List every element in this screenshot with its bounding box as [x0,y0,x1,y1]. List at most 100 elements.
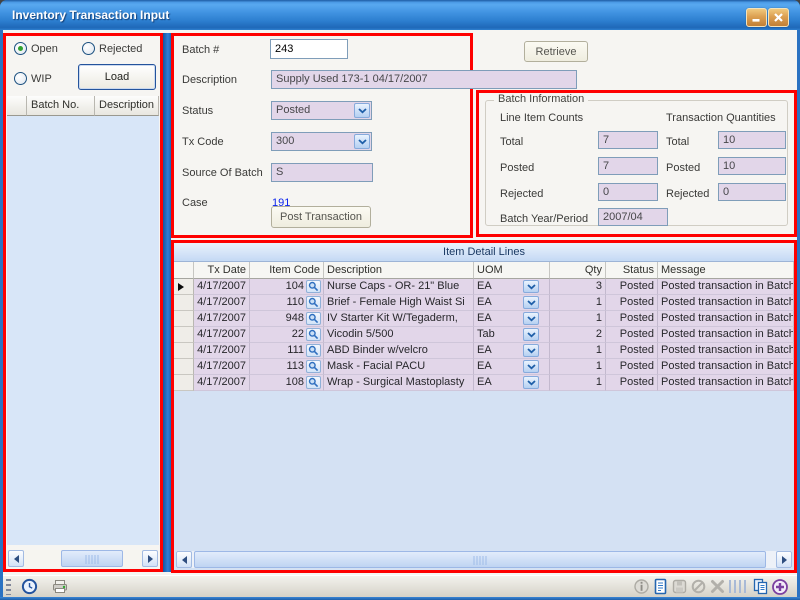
cell-qty[interactable]: 1 [550,359,606,375]
batch-number-input[interactable] [270,39,348,59]
batch-list-body[interactable] [7,116,159,545]
cell-uom[interactable]: EA [474,311,550,327]
row-selector[interactable] [174,359,194,375]
radio-wip[interactable]: WIP [14,72,52,85]
status-dropdown-button[interactable] [354,103,370,118]
cell-uom[interactable]: EA [474,359,550,375]
item-lookup-button[interactable] [306,280,321,293]
qty-column-header[interactable]: Qty [550,262,606,279]
cell-uom[interactable]: Tab [474,327,550,343]
table-row[interactable]: 4/17/2007110Brief - Female High Waist Si… [174,295,794,311]
cell-status[interactable]: Posted [606,359,658,375]
cell-item-code[interactable]: 22 [250,327,324,343]
scroll-left-button[interactable] [8,550,24,567]
radio-rejected[interactable]: Rejected [82,42,142,55]
table-row[interactable]: 4/17/2007113Mask - Facial PACUEA1PostedP… [174,359,794,375]
cell-description[interactable]: Brief - Female High Waist Si [324,295,474,311]
cell-uom[interactable]: EA [474,375,550,391]
cell-tx-date[interactable]: 4/17/2007 [194,279,250,295]
cell-tx-date[interactable]: 4/17/2007 [194,311,250,327]
batch-description-column-header[interactable]: Description [95,96,159,116]
cell-item-code[interactable]: 110 [250,295,324,311]
cell-status[interactable]: Posted [606,295,658,311]
cell-uom[interactable]: EA [474,343,550,359]
cell-description[interactable]: Wrap - Surgical Mastoplasty [324,375,474,391]
retrieve-button[interactable]: Retrieve [524,41,588,62]
item-lookup-button[interactable] [306,328,321,341]
cell-description[interactable]: Vicodin 5/500 [324,327,474,343]
minimize-button[interactable] [746,8,767,27]
save-button[interactable] [670,577,689,596]
item-lookup-button[interactable] [306,344,321,357]
toolbar-grip[interactable] [6,579,11,595]
cell-item-code[interactable]: 108 [250,375,324,391]
block-button[interactable] [689,577,708,596]
row-selector[interactable] [174,375,194,391]
cell-message[interactable]: Posted transaction in Batch [658,311,794,327]
scrollbar-thumb[interactable] [194,551,766,568]
table-row[interactable]: 4/17/2007108Wrap - Surgical MastoplastyE… [174,375,794,391]
panel-splitter[interactable] [163,33,171,572]
source-of-batch-field[interactable]: S [271,163,373,182]
detail-hscrollbar[interactable] [176,551,792,568]
cell-qty[interactable]: 2 [550,327,606,343]
message-column-header[interactable]: Message [658,262,794,279]
scrollbar-thumb[interactable] [61,550,123,567]
cell-message[interactable]: Posted transaction in Batch [658,359,794,375]
clock-button[interactable] [20,577,39,596]
cell-item-code[interactable]: 948 [250,311,324,327]
status-column-header[interactable]: Status [606,262,658,279]
tx-code-dropdown[interactable]: 300 [271,132,372,151]
cell-status[interactable]: Posted [606,375,658,391]
tx-code-dropdown-button[interactable] [354,134,370,149]
cell-description[interactable]: Nurse Caps - OR- 21" Blue [324,279,474,295]
cell-qty[interactable]: 1 [550,375,606,391]
cell-status[interactable]: Posted [606,311,658,327]
row-selector[interactable] [174,327,194,343]
table-row[interactable]: 4/17/2007111ABD Binder w/velcroEA1Posted… [174,343,794,359]
item-lookup-button[interactable] [306,376,321,389]
cell-qty[interactable]: 1 [550,343,606,359]
cell-message[interactable]: Posted transaction in Batch [658,375,794,391]
item-lookup-button[interactable] [306,312,321,325]
cell-tx-date[interactable]: 4/17/2007 [194,359,250,375]
scroll-right-button[interactable] [776,551,792,568]
cell-item-code[interactable]: 104 [250,279,324,295]
cell-status[interactable]: Posted [606,327,658,343]
batch-list-hscrollbar[interactable] [8,550,158,567]
cell-tx-date[interactable]: 4/17/2007 [194,295,250,311]
load-button[interactable]: Load [78,64,156,90]
document-button[interactable] [651,577,670,596]
cell-message[interactable]: Posted transaction in Batch [658,343,794,359]
uom-dropdown-button[interactable] [523,360,539,373]
cell-status[interactable]: Posted [606,343,658,359]
cell-status[interactable]: Posted [606,279,658,295]
cell-description[interactable]: Mask - Facial PACU [324,359,474,375]
uom-dropdown-button[interactable] [523,296,539,309]
cell-item-code[interactable]: 113 [250,359,324,375]
medical-button[interactable] [770,577,789,596]
description-field[interactable]: Supply Used 173-1 04/17/2007 [271,70,577,89]
cell-item-code[interactable]: 111 [250,343,324,359]
table-row[interactable]: 4/17/200722Vicodin 5/500Tab2PostedPosted… [174,327,794,343]
cell-qty[interactable]: 1 [550,311,606,327]
cell-message[interactable]: Posted transaction in Batch [658,279,794,295]
cell-tx-date[interactable]: 4/17/2007 [194,375,250,391]
status-dropdown[interactable]: Posted [271,101,372,120]
info-button[interactable] [632,577,651,596]
scroll-left-button[interactable] [176,551,192,568]
cell-uom[interactable]: EA [474,295,550,311]
batch-no-column-header[interactable]: Batch No. [27,96,95,116]
table-row[interactable]: 4/17/2007104Nurse Caps - OR- 21" BlueEA3… [174,279,794,295]
row-selector[interactable] [174,343,194,359]
uom-dropdown-button[interactable] [523,328,539,341]
row-selector[interactable] [174,311,194,327]
cell-tx-date[interactable]: 4/17/2007 [194,343,250,359]
radio-open[interactable]: Open [14,42,58,55]
cell-description[interactable]: ABD Binder w/velcro [324,343,474,359]
copy-button[interactable] [751,577,770,596]
row-selector[interactable] [174,295,194,311]
print-button[interactable] [50,577,69,596]
cell-qty[interactable]: 3 [550,279,606,295]
tx-date-column-header[interactable]: Tx Date [194,262,250,279]
